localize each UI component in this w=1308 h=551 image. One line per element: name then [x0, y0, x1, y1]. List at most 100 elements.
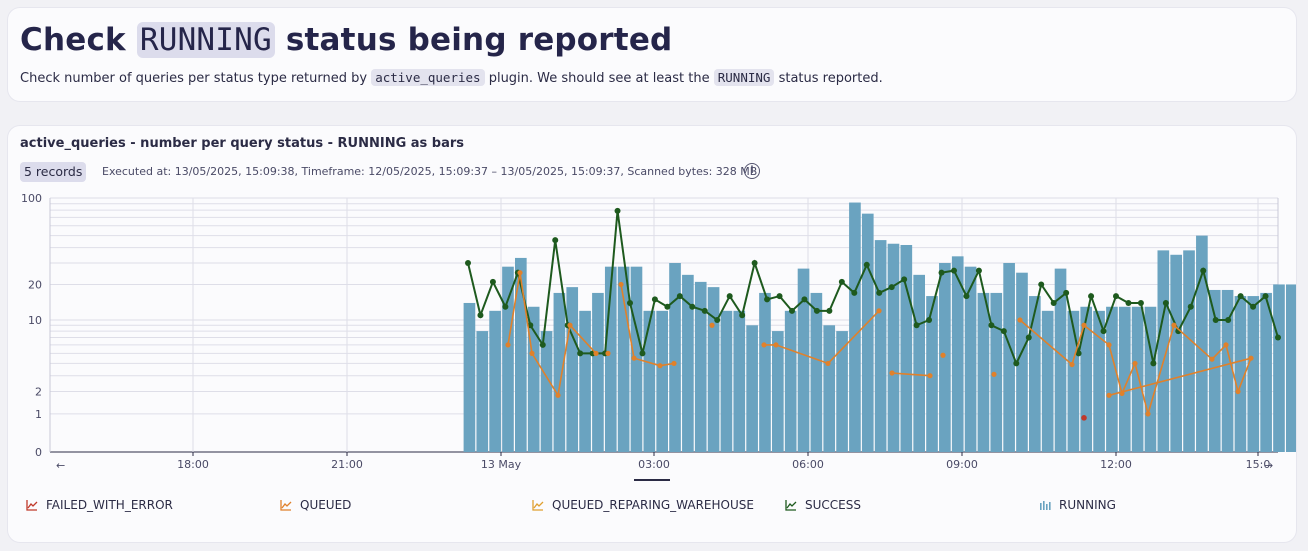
running-bar: [810, 292, 823, 452]
queued-point: [631, 355, 637, 361]
running-bar: [617, 266, 630, 452]
legend-item-queued-reparing-warehouse[interactable]: QUEUED_REPARING_WAREHOUSE: [532, 498, 754, 512]
running-bar: [566, 287, 579, 452]
running-bar: [939, 263, 951, 452]
queued-point: [605, 350, 611, 356]
queued-point: [1223, 342, 1229, 348]
running-bar: [656, 310, 668, 452]
page-description: Check number of queries per status type …: [20, 69, 883, 86]
desc-code-plugin: active_queries: [371, 69, 485, 86]
title-text-rest: status being reported: [285, 22, 673, 58]
x-tick-label: 13 May: [481, 458, 522, 471]
success-point: [1162, 299, 1169, 306]
running-bar: [707, 287, 720, 452]
success-point: [1038, 281, 1045, 288]
running-bar: [1183, 250, 1195, 452]
title-text: Check: [20, 22, 126, 58]
x-tick-label: 09:00: [946, 458, 978, 471]
success-point: [1063, 289, 1070, 296]
success-point: [477, 312, 484, 319]
queued-point: [505, 342, 511, 348]
y-tick-label: 1: [35, 408, 42, 421]
success-point: [1113, 293, 1119, 300]
page-title: Check RUNNING status being reported: [20, 22, 672, 58]
running-bar: [1170, 254, 1182, 452]
success-point: [1187, 303, 1194, 310]
legend-item-failed-with-error[interactable]: FAILED_WITH_ERROR: [26, 498, 173, 512]
running-bar: [553, 292, 566, 452]
queued-point: [991, 371, 997, 377]
chart-legend: FAILED_WITH_ERROR QUEUED QUEUED_REPARING_W…: [8, 498, 1296, 518]
legend-item-running[interactable]: RUNNING: [1039, 498, 1116, 512]
queued-point: [517, 270, 523, 276]
scroll-right-arrow[interactable]: →: [1264, 459, 1273, 472]
queued-point: [1106, 342, 1112, 348]
y-tick-label: 2: [35, 386, 42, 399]
success-point: [801, 296, 808, 303]
running-bar: [759, 292, 771, 452]
success-point: [876, 289, 883, 296]
info-icon[interactable]: i: [744, 163, 760, 179]
line-chart-icon: [785, 500, 797, 511]
queued-point: [1145, 411, 1151, 417]
success-point: [714, 317, 721, 324]
running-bar: [887, 243, 900, 452]
running-bar: [592, 292, 604, 452]
running-bar: [1029, 296, 1041, 452]
success-point: [1137, 299, 1144, 306]
line-chart-icon: [280, 500, 292, 511]
running-bar: [874, 240, 887, 452]
success-point: [1013, 360, 1020, 367]
legend-item-queued[interactable]: QUEUED: [280, 498, 351, 512]
legend-item-success[interactable]: SUCCESS: [785, 498, 861, 512]
bar-chart-icon: [1040, 501, 1051, 510]
running-bar: [476, 331, 489, 452]
running-bar: [1080, 306, 1093, 452]
running-bar: [682, 274, 694, 452]
queued-point: [773, 342, 779, 348]
queued-point: [927, 373, 933, 379]
running-bar: [720, 310, 733, 452]
title-code: RUNNING: [136, 22, 275, 58]
running-bar: [849, 202, 861, 452]
running-bar: [797, 268, 810, 452]
y-tick-label: 0: [35, 446, 42, 459]
queued-point: [657, 363, 663, 369]
running-bar: [784, 310, 797, 452]
x-tick-label: 12:00: [1100, 458, 1132, 471]
success-point: [1150, 360, 1157, 367]
line-chart-icon: [532, 500, 544, 511]
chart-title: active_queries - number per query status…: [20, 136, 465, 151]
success-point: [739, 312, 746, 319]
success-point: [813, 307, 820, 314]
success-point: [627, 299, 633, 306]
queued-point: [567, 322, 573, 328]
success-point: [913, 322, 920, 329]
y-tick-label: 100: [21, 192, 42, 205]
queued-point: [1171, 322, 1177, 328]
running-bar: [861, 213, 874, 452]
running-bar: [579, 310, 591, 452]
success-point: [764, 296, 771, 303]
line-chart-icon: [26, 500, 38, 511]
chart-card: active_queries - number per query status…: [8, 126, 1296, 542]
chart[interactable]: 0 1 2 10 20 100 18:00 21:00 13 May 03:00 06:00 09:…: [8, 192, 1296, 482]
success-point: [851, 289, 858, 296]
success-point: [1125, 299, 1132, 306]
success-point: [1088, 293, 1095, 300]
running-bar: [1286, 284, 1296, 452]
scroll-left-arrow[interactable]: ←: [56, 459, 65, 472]
success-point: [901, 276, 908, 283]
running-bar: [502, 266, 514, 452]
success-point: [1025, 334, 1032, 341]
records-badge[interactable]: 5 records: [20, 162, 87, 182]
success-point: [1050, 299, 1057, 306]
running-bar: [489, 310, 501, 452]
success-point: [1262, 293, 1269, 300]
queued-point: [761, 342, 767, 348]
success-point: [776, 293, 783, 300]
y-tick-label: 10: [28, 314, 42, 327]
success-point: [975, 267, 982, 274]
time-selection-marker[interactable]: [634, 479, 670, 481]
queued-point: [671, 360, 677, 367]
